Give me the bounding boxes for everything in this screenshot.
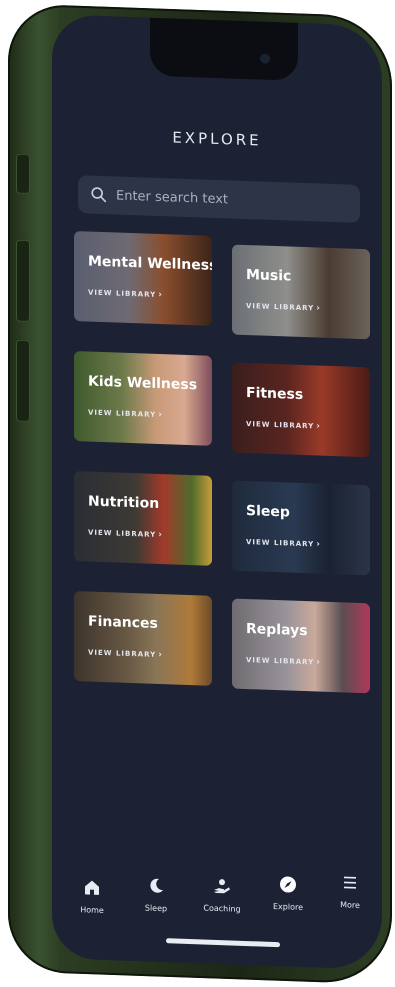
view-library-link[interactable]: VIEW LIBRARY ›: [88, 527, 163, 540]
view-library-link[interactable]: VIEW LIBRARY ›: [88, 287, 163, 300]
view-library-link[interactable]: VIEW LIBRARY ›: [246, 419, 321, 432]
category-card-music[interactable]: Music VIEW LIBRARY ›: [232, 244, 370, 340]
category-card-fitness[interactable]: Fitness VIEW LIBRARY ›: [232, 362, 370, 458]
volume-down-button: [16, 339, 30, 423]
card-title: Music: [246, 267, 292, 285]
nav-home[interactable]: Home: [60, 877, 124, 916]
view-library-link[interactable]: VIEW LIBRARY ›: [88, 647, 163, 660]
card-title: Sleep: [246, 503, 290, 521]
nav-label: Coaching: [203, 903, 241, 914]
page-title: EXPLORE: [172, 128, 262, 150]
view-library-link[interactable]: VIEW LIBRARY ›: [246, 301, 321, 314]
category-card-sleep[interactable]: Sleep VIEW LIBRARY ›: [232, 480, 370, 576]
silent-switch: [16, 153, 30, 195]
compass-icon: [280, 876, 296, 893]
category-card-finances[interactable]: Finances VIEW LIBRARY ›: [74, 591, 212, 686]
nav-more[interactable]: More: [318, 872, 382, 911]
category-card-mental-wellness[interactable]: Mental Wellness VIEW LIBRARY ›: [74, 231, 212, 326]
view-library-link[interactable]: VIEW LIBRARY ›: [246, 537, 321, 550]
search-bar[interactable]: [78, 175, 360, 223]
front-camera: [260, 53, 270, 64]
card-title: Fitness: [246, 385, 304, 404]
volume-up-button: [16, 239, 30, 323]
search-input[interactable]: [114, 186, 358, 213]
moon-icon: [150, 878, 163, 893]
nav-coaching[interactable]: Coaching: [190, 875, 254, 914]
bottom-nav: Home Sleep Coaching Explore More: [52, 866, 382, 938]
view-library-link[interactable]: VIEW LIBRARY ›: [88, 407, 163, 420]
card-title: Finances: [88, 613, 158, 632]
coaching-hand-icon: [214, 879, 230, 894]
home-icon: [85, 880, 99, 895]
category-card-replays[interactable]: Replays VIEW LIBRARY ›: [232, 598, 370, 694]
nav-sleep[interactable]: Sleep: [124, 875, 188, 914]
notch: [150, 17, 298, 81]
home-indicator[interactable]: [166, 938, 280, 948]
nav-label: Explore: [272, 901, 304, 913]
app-screen: EXPLORE Mental Wellness VIEW LIBRARY› Mu…: [52, 14, 382, 970]
card-title: Replays: [246, 621, 308, 640]
menu-icon: [344, 876, 356, 889]
category-card-kids-wellness[interactable]: Kids Wellness VIEW LIBRARY ›: [74, 351, 212, 446]
nav-label: More: [340, 900, 360, 910]
card-title: Kids Wellness: [88, 373, 198, 394]
card-title: Mental Wellness: [88, 253, 212, 275]
category-card-nutrition[interactable]: Nutrition VIEW LIBRARY ›: [74, 471, 212, 566]
card-title: Nutrition: [88, 493, 160, 512]
nav-explore[interactable]: Explore: [256, 873, 320, 912]
nav-label: Sleep: [144, 903, 168, 914]
search-icon: [91, 187, 107, 203]
nav-label: Home: [80, 905, 104, 916]
view-library-link[interactable]: VIEW LIBRARY ›: [246, 655, 321, 668]
